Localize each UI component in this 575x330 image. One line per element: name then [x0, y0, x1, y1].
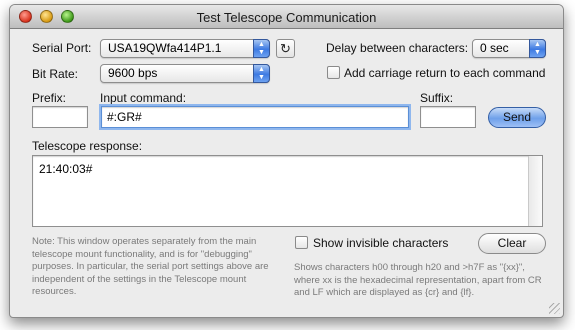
bit-rate-select[interactable]: 9600 bps ▲ ▼ [100, 64, 270, 83]
response-text: 21:40:03# [39, 162, 93, 176]
show-invisible-checkbox[interactable] [295, 236, 308, 249]
input-command-label: Input command: [100, 91, 187, 105]
bit-rate-label: Bit Rate: [32, 67, 79, 81]
serial-port-select[interactable]: USA19QWfa414P1.1 ▲ ▼ [100, 39, 270, 58]
carriage-return-checkbox[interactable] [327, 66, 340, 79]
carriage-return-label[interactable]: Add carriage return to each command [344, 66, 545, 80]
invisible-help-text: Shows characters h00 through h20 and >h7… [294, 262, 542, 298]
send-button[interactable]: Send [488, 107, 546, 128]
refresh-icon: ↻ [280, 41, 291, 56]
bit-rate-value: 9600 bps [108, 66, 158, 80]
response-scrollbar[interactable] [528, 156, 542, 226]
delay-value: 0 sec [480, 41, 509, 55]
note-text: Note: This window operates separately fr… [32, 236, 269, 297]
refresh-ports-button[interactable]: ↻ [276, 39, 295, 58]
suffix-input[interactable] [420, 106, 476, 128]
window-title: Test Telescope Communication [196, 10, 377, 25]
popup-arrows-icon: ▲ ▼ [529, 39, 546, 58]
delay-select[interactable]: 0 sec ▲ ▼ [472, 39, 546, 58]
serial-port-value: USA19QWfa414P1.1 [108, 41, 222, 55]
clear-button[interactable]: Clear [478, 233, 546, 254]
resize-grip-icon[interactable] [549, 303, 560, 314]
response-label: Telescope response: [32, 139, 143, 153]
serial-port-label: Serial Port: [32, 41, 92, 55]
response-text-area[interactable]: 21:40:03# [32, 155, 543, 227]
delay-label: Delay between characters: [326, 41, 469, 55]
suffix-label: Suffix: [420, 91, 454, 105]
input-command-field[interactable]: #:GR# [101, 106, 409, 128]
prefix-label: Prefix: [32, 91, 67, 105]
popup-arrows-icon: ▲ ▼ [253, 39, 270, 58]
window: Test Telescope Communication Serial Port… [9, 4, 564, 318]
prefix-input[interactable] [32, 106, 88, 128]
popup-arrows-icon: ▲ ▼ [253, 64, 270, 83]
title-bar[interactable]: Test Telescope Communication [10, 5, 563, 29]
show-invisible-label[interactable]: Show invisible characters [313, 236, 448, 250]
